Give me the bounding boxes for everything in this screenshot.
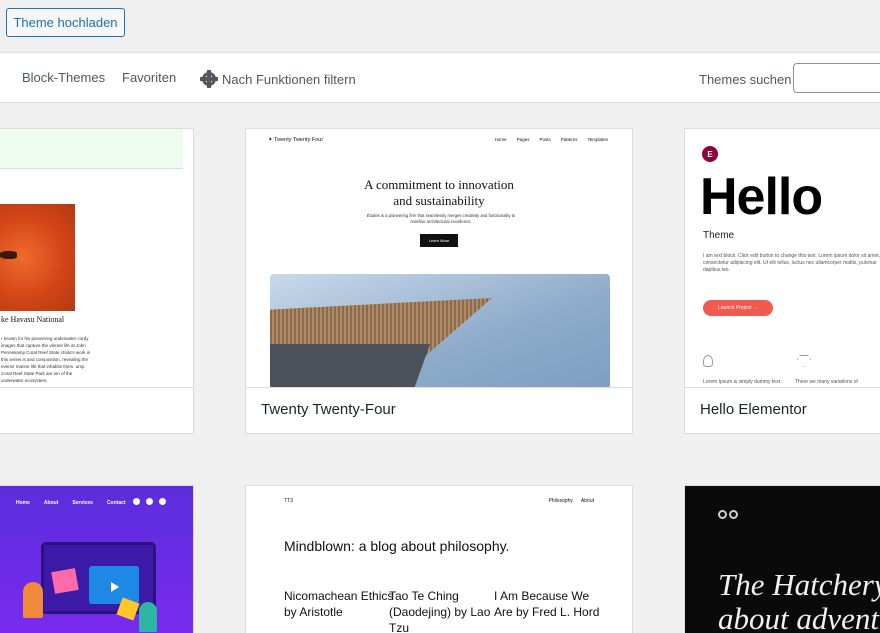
site-nav: Home Pages Posts Patterns Templates: [495, 137, 608, 142]
theme-name: Twenty Twenty-Four: [246, 387, 632, 433]
theme-screenshot: The Hatchery: about adventur: [685, 486, 880, 633]
play-icon: [111, 582, 119, 592]
facebook-icon: [146, 498, 153, 505]
theme-subheading: Theme: [703, 230, 735, 241]
hero-cta: Learn More: [420, 234, 458, 247]
theme-name: Hello Elementor: [685, 387, 880, 433]
hero-title-line: The Hatchery:: [718, 567, 880, 602]
feature-caption: There we many variations of: [795, 379, 858, 385]
filter-block-themes[interactable]: Block-Themes: [22, 70, 105, 85]
hero-subtext: Études is a pioneering firm that seamles…: [366, 213, 516, 224]
elementor-logo-icon: E: [702, 146, 718, 162]
theme-screenshot: ke Havasu National r known for his pione…: [0, 129, 193, 388]
nav-item: Home: [16, 500, 30, 506]
instagram-icon: [133, 498, 140, 505]
nav-item: Services: [72, 500, 93, 506]
theme-card-dark[interactable]: The Hatchery: about adventur: [684, 485, 880, 633]
theme-name-bar: [0, 387, 193, 433]
nav-item: About: [43, 500, 59, 506]
theme-screenshot: Twenty Twenty Four Home Pages Posts Patt…: [246, 129, 632, 388]
hero-headline-line: A commitment to innovation: [364, 177, 514, 192]
theme-card-partial-left[interactable]: ke Havasu National r known for his pione…: [0, 128, 194, 434]
nav-item: Contact: [106, 500, 126, 506]
glasses-icon: [718, 510, 738, 519]
person-illustration: [139, 602, 157, 632]
theme-card-purple[interactable]: Home About Services Contact: [0, 485, 194, 633]
blog-headline: Mindblown: a blog about philosophy.: [284, 538, 510, 554]
architecture-photo: [270, 274, 610, 388]
building-shape: [270, 344, 430, 388]
nav-item: Patterns: [560, 137, 578, 142]
nav-item: Philosophy: [548, 498, 573, 504]
feature-caption: Lorem Ipsum is simply dummy text: [703, 379, 780, 385]
installed-notice-bar: [0, 129, 183, 169]
theme-card-twenty-twenty-four[interactable]: Twenty Twenty Four Home Pages Posts Patt…: [245, 128, 633, 434]
site-nav: Home About Services Contact: [16, 500, 126, 506]
gear-icon: [200, 70, 218, 88]
search-themes-input[interactable]: [793, 63, 880, 93]
post-title: I Am Because We Are by Fred L. Hord: [494, 589, 600, 619]
upload-theme-button[interactable]: Theme hochladen: [6, 8, 125, 37]
filter-favorites[interactable]: Favoriten: [122, 70, 176, 85]
hero-title: The Hatchery: about adventur: [718, 568, 880, 633]
article-text: r known for his pioneering underwater co…: [1, 336, 91, 383]
theme-screenshot: Home About Services Contact: [0, 486, 193, 633]
post-title: Nicomachean Ethics by Aristotle: [284, 589, 394, 619]
launch-project-button: Launch Project →: [703, 300, 773, 316]
filter-by-features[interactable]: Nach Funktionen filtern: [200, 70, 356, 88]
hero-headline-line: and sustainability: [393, 193, 485, 208]
theme-card-hello-elementor[interactable]: E Hello Theme I am text block. Click edi…: [684, 128, 880, 434]
site-brand: Twenty Twenty Four: [268, 137, 323, 143]
nav-item: About: [580, 498, 594, 504]
search-themes-label: Themes suchen: [699, 72, 792, 87]
illustration-card: [51, 568, 79, 594]
person-illustration: [23, 582, 43, 618]
lightbulb-icon: [703, 355, 713, 367]
bird-icon: [0, 251, 17, 259]
nav-item: Templates: [587, 137, 608, 142]
filter-by-features-label: Nach Funktionen filtern: [222, 72, 356, 87]
twitter-icon: [159, 498, 166, 505]
diamond-icon: [797, 355, 811, 367]
intro-text: I am text block. Click edit button to ch…: [703, 253, 880, 273]
nav-item: Pages: [516, 137, 530, 142]
nav-item: Home: [494, 137, 507, 142]
theme-filter-bar: Block-Themes Favoriten Nach Funktionen f…: [0, 52, 880, 103]
theme-screenshot: E Hello Theme I am text block. Click edi…: [685, 129, 880, 388]
hero-headline: A commitment to innovation and sustainab…: [246, 177, 632, 209]
post-title: Tao Te Ching (Daodejing) by Lao Tzu: [389, 589, 491, 633]
nav-item: Posts: [539, 137, 551, 142]
photo-caption: ke Havasu National: [1, 315, 65, 324]
hero-title-line: about adventur: [718, 601, 880, 633]
site-brand: TT3: [284, 498, 293, 504]
theme-card-twenty-twenty-three[interactable]: TT3 Philosophy About Mindblown: a blog a…: [245, 485, 633, 633]
social-icons: [133, 498, 166, 505]
site-nav: Philosophy About: [548, 498, 594, 504]
hello-heading: Hello: [700, 168, 823, 226]
theme-screenshot: TT3 Philosophy About Mindblown: a blog a…: [246, 486, 632, 633]
